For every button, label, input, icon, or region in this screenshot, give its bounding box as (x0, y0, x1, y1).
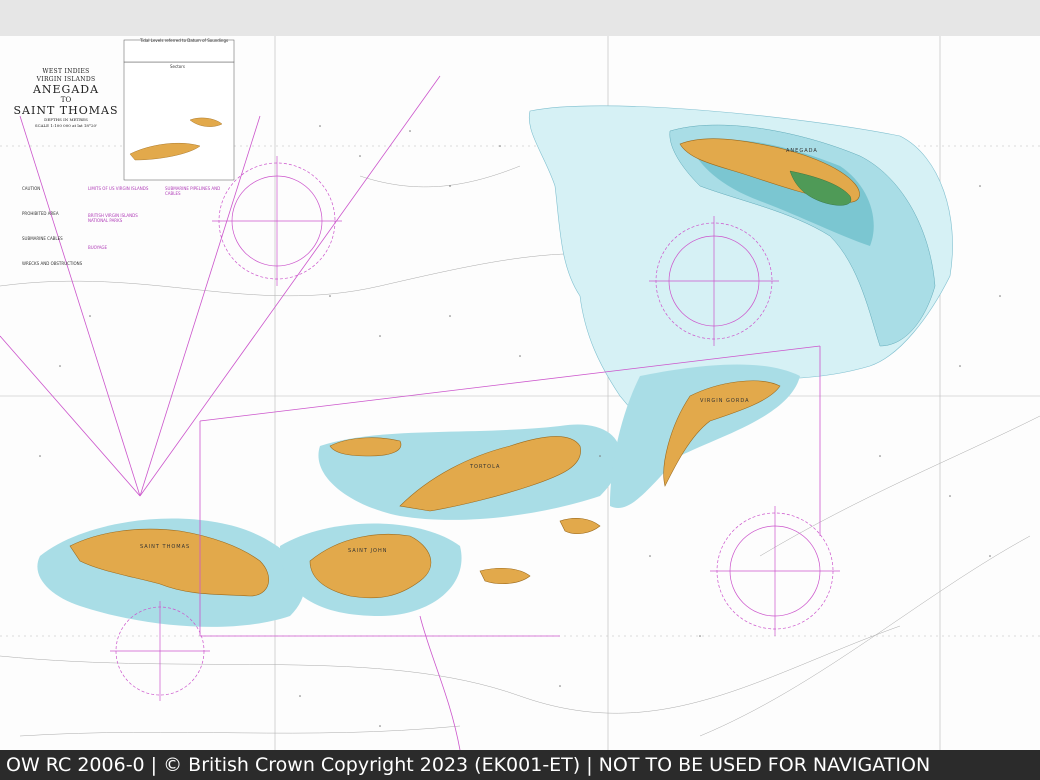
title-line-3: SAINT THOMAS (13, 104, 119, 117)
tidal-table-title: Tidal Levels referred to Datum of Soundi… (140, 38, 229, 43)
label-virgin-gorda: VIRGIN GORDA (700, 398, 750, 404)
magenta-notes-2: SUBMARINE PIPELINES AND CABLES (165, 186, 235, 196)
chart-graphic[interactable] (0, 36, 1040, 750)
nautical-chart[interactable]: WEST INDIES VIRGIN ISLANDS ANEGADA TO SA… (0, 36, 1040, 750)
cay-islet (479, 567, 531, 585)
note-heading-pipelines: SUBMARINE PIPELINES AND CABLES (165, 186, 221, 196)
top-margin-bar (0, 0, 1040, 36)
label-anegada: ANEGADA (786, 148, 818, 154)
copyright-footer: OW RC 2006-0 | © British Crown Copyright… (0, 750, 1040, 780)
label-st-thomas: SAINT THOMAS (140, 544, 191, 550)
note-heading-buoyage: BUOYAGE (88, 245, 108, 250)
magenta-notes: LIMITS OF US VIRGIN ISLANDS BRITISH VIRG… (88, 186, 158, 250)
note-heading-wrecks: WRECKS AND OBSTRUCTIONS (22, 261, 83, 266)
label-st-john: SAINT JOHN (348, 548, 388, 554)
inset-title: Sectors (170, 64, 185, 69)
title-region: WEST INDIES (42, 68, 90, 75)
tidal-table (123, 39, 235, 63)
footer-text: OW RC 2006-0 | © British Crown Copyright… (6, 754, 931, 776)
title-line-1: ANEGADA (32, 83, 100, 96)
title-scale: SCALE 1:100 000 at lat 18°20' (34, 123, 98, 128)
chart-title-block: WEST INDIES VIRGIN ISLANDS ANEGADA TO SA… (10, 68, 122, 129)
label-tortola: TORTOLA (470, 464, 501, 470)
note-heading-us-limits: LIMITS OF US VIRGIN ISLANDS (88, 186, 149, 191)
peter-island (559, 517, 601, 535)
note-heading-national-parks: BRITISH VIRGIN ISLANDS NATIONAL PARKS (88, 213, 138, 223)
